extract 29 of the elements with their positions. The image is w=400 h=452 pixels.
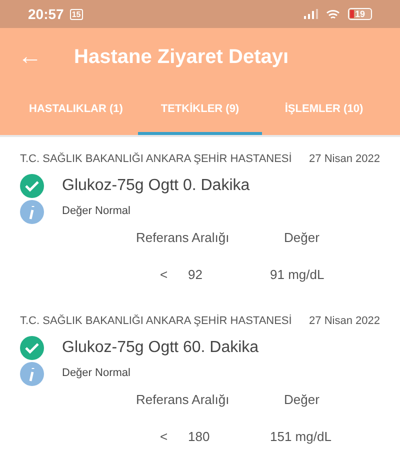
back-button[interactable]: ← xyxy=(18,44,42,68)
clock: 20:57 xyxy=(28,4,64,24)
status-text: Değer Normal xyxy=(62,366,130,382)
test-value: 151 mg/dL xyxy=(270,428,332,446)
test-date: 27 Nisan 2022 xyxy=(309,152,380,167)
range-value: 92 xyxy=(188,266,204,284)
range-operator: < xyxy=(160,428,169,446)
test-name: Glukoz-75g Ogtt 60. Dakika xyxy=(62,338,259,358)
range-operator: < xyxy=(160,266,169,284)
page-title: Hastane Ziyaret Detayı xyxy=(74,44,289,70)
hospital-name: T.C. SAĞLIK BAKANLIĞI ANKARA ŞEHİR HASTANESİ xyxy=(20,314,292,329)
test-value: 91 mg/dL xyxy=(270,266,324,284)
column-header: Referans Aralığı xyxy=(136,390,230,409)
status-text: Değer Normal xyxy=(62,204,130,220)
column-header: Değer xyxy=(284,390,320,409)
battery-icon: 19 xyxy=(348,8,372,20)
info-icon xyxy=(20,200,44,224)
tab[interactable]: HASTALIKLAR (1) xyxy=(14,85,138,135)
notification-icon: 15 xyxy=(70,8,83,20)
hospital-name: T.C. SAĞLIK BAKANLIĞI ANKARA ŞEHİR HASTANESİ xyxy=(20,152,292,167)
column-header: Değer xyxy=(284,228,320,247)
signal-icon xyxy=(304,9,318,19)
test-date: 27 Nisan 2022 xyxy=(309,314,380,329)
test-name: Glukoz-75g Ogtt 0. Dakika xyxy=(62,176,250,196)
column-header: Referans Aralığı xyxy=(136,228,230,247)
info-icon xyxy=(20,362,44,386)
tab[interactable]: İŞLEMLER (10) xyxy=(262,85,386,135)
wifi-icon xyxy=(326,8,340,20)
range-value: 180 xyxy=(188,428,211,446)
